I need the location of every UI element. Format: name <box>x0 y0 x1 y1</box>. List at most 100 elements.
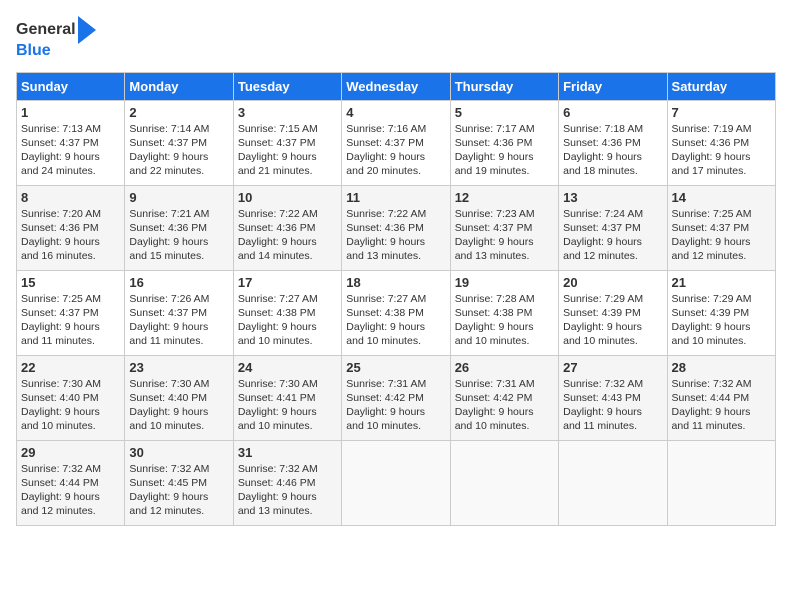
cell-info: Sunrise: 7:31 AMSunset: 4:42 PMDaylight:… <box>455 378 535 433</box>
cell-info: Sunrise: 7:27 AMSunset: 4:38 PMDaylight:… <box>238 293 318 348</box>
day-number: 30 <box>129 445 228 460</box>
calendar-cell: 24 Sunrise: 7:30 AMSunset: 4:41 PMDaylig… <box>233 355 341 440</box>
calendar-cell: 7 Sunrise: 7:19 AMSunset: 4:36 PMDayligh… <box>667 100 775 185</box>
calendar-cell: 1 Sunrise: 7:13 AMSunset: 4:37 PMDayligh… <box>17 100 125 185</box>
cell-info: Sunrise: 7:18 AMSunset: 4:36 PMDaylight:… <box>563 123 643 178</box>
cell-info: Sunrise: 7:22 AMSunset: 4:36 PMDaylight:… <box>346 208 426 263</box>
cell-info: Sunrise: 7:30 AMSunset: 4:40 PMDaylight:… <box>129 378 209 433</box>
header-row: SundayMondayTuesdayWednesdayThursdayFrid… <box>17 72 776 100</box>
header-thursday: Thursday <box>450 72 558 100</box>
calendar-cell: 13 Sunrise: 7:24 AMSunset: 4:37 PMDaylig… <box>559 185 667 270</box>
cell-info: Sunrise: 7:24 AMSunset: 4:37 PMDaylight:… <box>563 208 643 263</box>
calendar-cell <box>667 440 775 525</box>
day-number: 19 <box>455 275 554 290</box>
cell-info: Sunrise: 7:23 AMSunset: 4:37 PMDaylight:… <box>455 208 535 263</box>
day-number: 12 <box>455 190 554 205</box>
calendar-cell: 21 Sunrise: 7:29 AMSunset: 4:39 PMDaylig… <box>667 270 775 355</box>
cell-info: Sunrise: 7:16 AMSunset: 4:37 PMDaylight:… <box>346 123 426 178</box>
calendar-cell <box>559 440 667 525</box>
day-number: 14 <box>672 190 771 205</box>
logo-arrow-icon <box>78 16 96 44</box>
header: General Blue <box>16 16 776 60</box>
calendar-cell: 3 Sunrise: 7:15 AMSunset: 4:37 PMDayligh… <box>233 100 341 185</box>
calendar-cell: 10 Sunrise: 7:22 AMSunset: 4:36 PMDaylig… <box>233 185 341 270</box>
cell-info: Sunrise: 7:27 AMSunset: 4:38 PMDaylight:… <box>346 293 426 348</box>
calendar-cell: 28 Sunrise: 7:32 AMSunset: 4:44 PMDaylig… <box>667 355 775 440</box>
calendar-cell <box>342 440 450 525</box>
cell-info: Sunrise: 7:30 AMSunset: 4:41 PMDaylight:… <box>238 378 318 433</box>
calendar-cell: 18 Sunrise: 7:27 AMSunset: 4:38 PMDaylig… <box>342 270 450 355</box>
week-row-5: 29 Sunrise: 7:32 AMSunset: 4:44 PMDaylig… <box>17 440 776 525</box>
day-number: 11 <box>346 190 445 205</box>
day-number: 25 <box>346 360 445 375</box>
header-tuesday: Tuesday <box>233 72 341 100</box>
cell-info: Sunrise: 7:32 AMSunset: 4:46 PMDaylight:… <box>238 463 318 518</box>
calendar-table: SundayMondayTuesdayWednesdayThursdayFrid… <box>16 72 776 526</box>
cell-info: Sunrise: 7:14 AMSunset: 4:37 PMDaylight:… <box>129 123 209 178</box>
day-number: 7 <box>672 105 771 120</box>
calendar-cell: 23 Sunrise: 7:30 AMSunset: 4:40 PMDaylig… <box>125 355 233 440</box>
day-number: 3 <box>238 105 337 120</box>
calendar-cell: 16 Sunrise: 7:26 AMSunset: 4:37 PMDaylig… <box>125 270 233 355</box>
calendar-cell: 31 Sunrise: 7:32 AMSunset: 4:46 PMDaylig… <box>233 440 341 525</box>
day-number: 27 <box>563 360 662 375</box>
cell-info: Sunrise: 7:22 AMSunset: 4:36 PMDaylight:… <box>238 208 318 263</box>
cell-info: Sunrise: 7:28 AMSunset: 4:38 PMDaylight:… <box>455 293 535 348</box>
header-friday: Friday <box>559 72 667 100</box>
cell-info: Sunrise: 7:17 AMSunset: 4:36 PMDaylight:… <box>455 123 535 178</box>
logo-text: General Blue <box>16 16 96 60</box>
calendar-cell: 14 Sunrise: 7:25 AMSunset: 4:37 PMDaylig… <box>667 185 775 270</box>
day-number: 31 <box>238 445 337 460</box>
day-number: 5 <box>455 105 554 120</box>
day-number: 26 <box>455 360 554 375</box>
week-row-1: 1 Sunrise: 7:13 AMSunset: 4:37 PMDayligh… <box>17 100 776 185</box>
logo: General Blue <box>16 16 96 60</box>
cell-info: Sunrise: 7:31 AMSunset: 4:42 PMDaylight:… <box>346 378 426 433</box>
day-number: 8 <box>21 190 120 205</box>
day-number: 20 <box>563 275 662 290</box>
day-number: 22 <box>21 360 120 375</box>
logo-blue: Blue <box>16 42 96 60</box>
calendar-cell: 26 Sunrise: 7:31 AMSunset: 4:42 PMDaylig… <box>450 355 558 440</box>
calendar-cell: 6 Sunrise: 7:18 AMSunset: 4:36 PMDayligh… <box>559 100 667 185</box>
day-number: 28 <box>672 360 771 375</box>
calendar-cell: 4 Sunrise: 7:16 AMSunset: 4:37 PMDayligh… <box>342 100 450 185</box>
cell-info: Sunrise: 7:13 AMSunset: 4:37 PMDaylight:… <box>21 123 101 178</box>
calendar-cell: 20 Sunrise: 7:29 AMSunset: 4:39 PMDaylig… <box>559 270 667 355</box>
cell-info: Sunrise: 7:32 AMSunset: 4:45 PMDaylight:… <box>129 463 209 518</box>
calendar-cell: 19 Sunrise: 7:28 AMSunset: 4:38 PMDaylig… <box>450 270 558 355</box>
day-number: 24 <box>238 360 337 375</box>
cell-info: Sunrise: 7:15 AMSunset: 4:37 PMDaylight:… <box>238 123 318 178</box>
cell-info: Sunrise: 7:19 AMSunset: 4:36 PMDaylight:… <box>672 123 752 178</box>
calendar-cell: 27 Sunrise: 7:32 AMSunset: 4:43 PMDaylig… <box>559 355 667 440</box>
header-saturday: Saturday <box>667 72 775 100</box>
cell-info: Sunrise: 7:29 AMSunset: 4:39 PMDaylight:… <box>563 293 643 348</box>
day-number: 6 <box>563 105 662 120</box>
day-number: 15 <box>21 275 120 290</box>
cell-info: Sunrise: 7:25 AMSunset: 4:37 PMDaylight:… <box>672 208 752 263</box>
calendar-cell: 11 Sunrise: 7:22 AMSunset: 4:36 PMDaylig… <box>342 185 450 270</box>
day-number: 23 <box>129 360 228 375</box>
calendar-cell: 8 Sunrise: 7:20 AMSunset: 4:36 PMDayligh… <box>17 185 125 270</box>
cell-info: Sunrise: 7:29 AMSunset: 4:39 PMDaylight:… <box>672 293 752 348</box>
calendar-cell: 9 Sunrise: 7:21 AMSunset: 4:36 PMDayligh… <box>125 185 233 270</box>
cell-info: Sunrise: 7:32 AMSunset: 4:44 PMDaylight:… <box>21 463 101 518</box>
calendar-cell: 25 Sunrise: 7:31 AMSunset: 4:42 PMDaylig… <box>342 355 450 440</box>
week-row-3: 15 Sunrise: 7:25 AMSunset: 4:37 PMDaylig… <box>17 270 776 355</box>
header-wednesday: Wednesday <box>342 72 450 100</box>
cell-info: Sunrise: 7:30 AMSunset: 4:40 PMDaylight:… <box>21 378 101 433</box>
cell-info: Sunrise: 7:25 AMSunset: 4:37 PMDaylight:… <box>21 293 101 348</box>
cell-info: Sunrise: 7:32 AMSunset: 4:43 PMDaylight:… <box>563 378 643 433</box>
cell-info: Sunrise: 7:21 AMSunset: 4:36 PMDaylight:… <box>129 208 209 263</box>
day-number: 16 <box>129 275 228 290</box>
day-number: 9 <box>129 190 228 205</box>
calendar-cell: 5 Sunrise: 7:17 AMSunset: 4:36 PMDayligh… <box>450 100 558 185</box>
day-number: 13 <box>563 190 662 205</box>
calendar-cell: 30 Sunrise: 7:32 AMSunset: 4:45 PMDaylig… <box>125 440 233 525</box>
day-number: 21 <box>672 275 771 290</box>
calendar-cell <box>450 440 558 525</box>
week-row-4: 22 Sunrise: 7:30 AMSunset: 4:40 PMDaylig… <box>17 355 776 440</box>
day-number: 1 <box>21 105 120 120</box>
day-number: 4 <box>346 105 445 120</box>
calendar-cell: 29 Sunrise: 7:32 AMSunset: 4:44 PMDaylig… <box>17 440 125 525</box>
